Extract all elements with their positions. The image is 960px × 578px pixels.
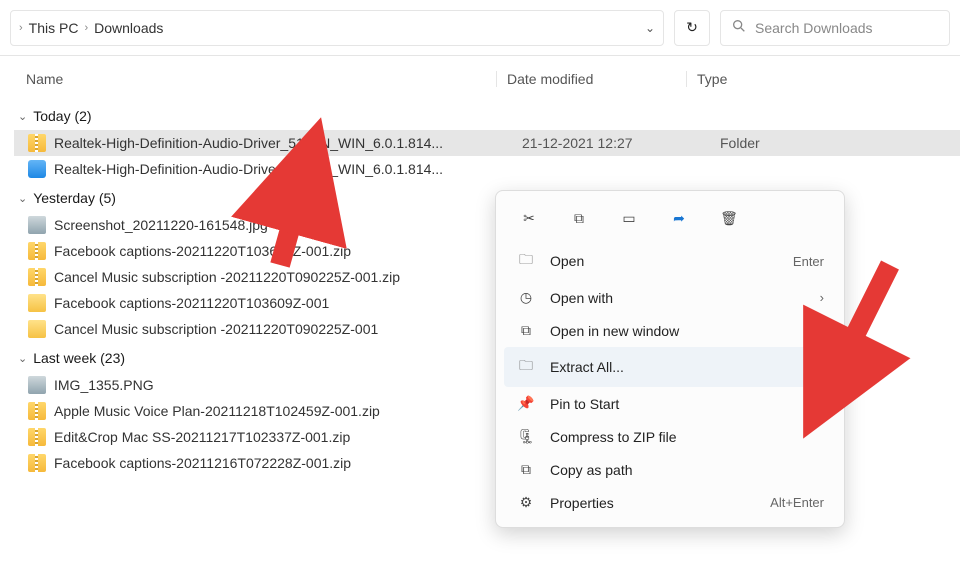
image-icon [28, 376, 46, 394]
menu-label: Compress to ZIP file [550, 429, 677, 445]
exe-icon [28, 160, 46, 178]
zip-folder-icon [28, 134, 46, 152]
column-header-name[interactable]: Name [26, 71, 496, 87]
menu-shortcut: Enter [793, 254, 824, 269]
zip-icon: 🗜 [516, 428, 536, 445]
zip-folder-icon [28, 402, 46, 420]
column-header-date[interactable]: Date modified [496, 71, 686, 87]
context-compress-zip[interactable]: 🗜 Compress to ZIP file [504, 420, 836, 453]
chevron-down-icon: ⌄ [18, 110, 27, 123]
new-window-icon: ⧉ [516, 322, 536, 339]
chevron-down-icon[interactable]: ⌄ [645, 21, 655, 35]
breadcrumb-this-pc[interactable]: This PC [29, 20, 79, 36]
extract-icon: 🗀 [516, 355, 536, 379]
file-name: Facebook captions-20211216T072228Z-001.z… [54, 455, 504, 471]
file-name: Screenshot_20211220-161548.jpg [54, 217, 504, 233]
search-icon [731, 18, 747, 37]
menu-label: Properties [550, 495, 614, 511]
chevron-right-icon: › [84, 22, 88, 34]
copy-icon: ⧉ [574, 210, 584, 227]
context-menu: ✂ ⧉ ▭ ➦ 🗑 🗀 Open Enter ◷ Open with › ⧉ O… [495, 190, 845, 528]
zip-folder-icon [28, 242, 46, 260]
file-name: Facebook captions-20211220T103609Z-001.z… [54, 243, 504, 259]
group-label: Today (2) [33, 108, 91, 124]
context-pin-to-start[interactable]: 📌 Pin to Start [504, 387, 836, 420]
context-open-with[interactable]: ◷ Open with › [504, 281, 836, 314]
list-item[interactable]: Realtek-High-Definition-Audio-Driver_51T… [14, 156, 960, 182]
rename-icon: ▭ [622, 210, 635, 227]
menu-shortcut: Alt+Enter [770, 495, 824, 510]
menu-label: Open in new window [550, 323, 679, 339]
context-open-new-window[interactable]: ⧉ Open in new window [504, 314, 836, 347]
path-icon: ⧉ [516, 461, 536, 478]
chevron-right-icon: › [19, 22, 23, 34]
delete-button[interactable]: 🗑 [716, 205, 742, 231]
menu-label: Pin to Start [550, 396, 619, 412]
context-extract-all[interactable]: 🗀 Extract All... [504, 347, 836, 387]
open-with-icon: ◷ [516, 289, 536, 306]
file-name: IMG_1355.PNG [54, 377, 504, 393]
trash-icon: 🗑 [720, 210, 738, 227]
context-open[interactable]: 🗀 Open Enter [504, 241, 836, 281]
breadcrumb[interactable]: › This PC › Downloads ⌄ [10, 10, 664, 46]
folder-open-icon: 🗀 [516, 249, 536, 273]
pin-icon: 📌 [516, 395, 536, 412]
rename-button[interactable]: ▭ [616, 205, 642, 231]
file-name: Realtek-High-Definition-Audio-Driver_51T… [54, 161, 504, 177]
chevron-right-icon: › [820, 290, 824, 305]
folder-icon [28, 320, 46, 338]
column-header-type[interactable]: Type [686, 71, 942, 87]
menu-label: Copy as path [550, 462, 633, 478]
zip-folder-icon [28, 454, 46, 472]
chevron-down-icon: ⌄ [18, 192, 27, 205]
group-today[interactable]: ⌄ Today (2) [14, 100, 960, 130]
search-box[interactable] [720, 10, 950, 46]
file-name: Edit&Crop Mac SS-20211217T102337Z-001.zi… [54, 429, 504, 445]
refresh-button[interactable]: ↻ [674, 10, 710, 46]
refresh-icon: ↻ [686, 19, 698, 36]
chevron-down-icon: ⌄ [18, 352, 27, 365]
zip-folder-icon [28, 428, 46, 446]
scissors-icon: ✂ [523, 210, 535, 227]
file-name: Cancel Music subscription -20211220T0902… [54, 269, 504, 285]
folder-icon [28, 294, 46, 312]
group-label: Last week (23) [33, 350, 125, 366]
menu-label: Extract All... [550, 359, 624, 375]
zip-folder-icon [28, 268, 46, 286]
breadcrumb-downloads[interactable]: Downloads [94, 20, 163, 36]
file-name: Facebook captions-20211220T103609Z-001 [54, 295, 504, 311]
share-button[interactable]: ➦ [666, 205, 692, 231]
file-type: Folder [710, 135, 960, 151]
copy-button[interactable]: ⧉ [566, 205, 592, 231]
search-input[interactable] [755, 20, 939, 36]
group-label: Yesterday (5) [33, 190, 116, 206]
properties-icon: ⚙ [516, 494, 536, 511]
file-name: Realtek-High-Definition-Audio-Driver_51T… [54, 135, 504, 151]
menu-label: Open with [550, 290, 613, 306]
list-item[interactable]: Realtek-High-Definition-Audio-Driver_51T… [14, 130, 960, 156]
file-name: Cancel Music subscription -20211220T0902… [54, 321, 504, 337]
context-menu-iconrow: ✂ ⧉ ▭ ➦ 🗑 [504, 199, 836, 241]
share-icon: ➦ [673, 210, 685, 227]
address-bar-row: › This PC › Downloads ⌄ ↻ [0, 0, 960, 56]
cut-button[interactable]: ✂ [516, 205, 542, 231]
context-copy-as-path[interactable]: ⧉ Copy as path [504, 453, 836, 486]
context-properties[interactable]: ⚙ Properties Alt+Enter [504, 486, 836, 519]
file-date: 21-12-2021 12:27 [512, 135, 702, 151]
menu-label: Open [550, 253, 584, 269]
image-icon [28, 216, 46, 234]
file-name: Apple Music Voice Plan-20211218T102459Z-… [54, 403, 504, 419]
column-headers: Name Date modified Type [0, 56, 960, 92]
